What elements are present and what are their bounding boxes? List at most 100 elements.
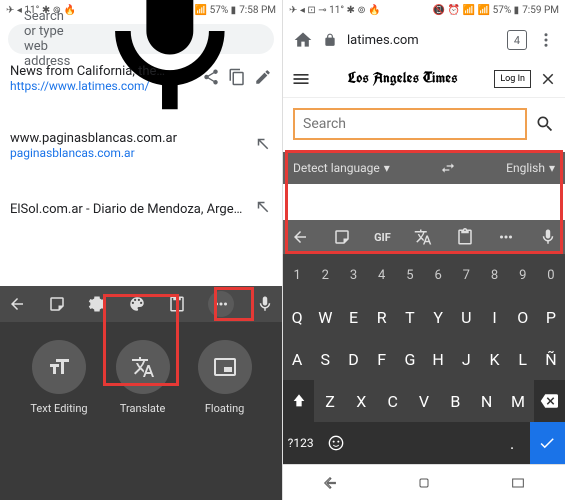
key[interactable]: U <box>452 296 480 338</box>
key[interactable]: R <box>368 296 396 338</box>
translate-bar: Detect language▾ English▾ <box>283 152 565 184</box>
key[interactable]: W <box>311 296 339 338</box>
copy-icon[interactable] <box>228 68 246 90</box>
address-bar: Search or type web address <box>0 20 282 58</box>
nav-home-icon[interactable] <box>416 475 432 491</box>
symbols-key[interactable]: ?123 <box>283 422 318 464</box>
enter-key[interactable] <box>530 422 565 464</box>
key[interactable]: C <box>377 380 408 422</box>
clipboard-icon[interactable] <box>168 295 186 313</box>
key[interactable]: A <box>283 338 311 380</box>
key[interactable]: 0 <box>537 254 565 296</box>
target-lang[interactable]: English▾ <box>506 161 555 175</box>
share-icon[interactable] <box>202 68 220 90</box>
key[interactable]: I <box>480 296 508 338</box>
search-icon[interactable] <box>535 114 555 134</box>
key[interactable]: S <box>311 338 339 380</box>
key[interactable]: Ñ <box>537 338 565 380</box>
key[interactable]: J <box>452 338 480 380</box>
nav-back-icon[interactable] <box>322 475 338 491</box>
space-key[interactable] <box>354 422 495 464</box>
key[interactable]: X <box>346 380 377 422</box>
keyboard-toolbar: GIF <box>283 220 565 254</box>
key[interactable]: 2 <box>311 254 339 296</box>
suggestion-row[interactable]: ElSol.com.ar - Diario de Mendoza, Argent… <box>0 192 282 226</box>
backspace-key[interactable] <box>534 380 565 422</box>
palette-icon[interactable] <box>128 295 146 313</box>
key[interactable]: H <box>424 338 452 380</box>
mic-icon[interactable] <box>539 228 557 246</box>
nav-recent-icon[interactable] <box>510 475 526 491</box>
floating-button[interactable]: Floating <box>198 340 252 415</box>
translate-input[interactable] <box>283 184 565 220</box>
url-text[interactable]: latimes.com <box>347 33 497 48</box>
text-editing-button[interactable]: Text Editing <box>30 340 87 415</box>
sticker-icon[interactable] <box>48 295 66 313</box>
key[interactable]: 3 <box>339 254 367 296</box>
arrow-nw-icon[interactable] <box>254 135 272 157</box>
key[interactable]: G <box>396 338 424 380</box>
key[interactable]: 7 <box>452 254 480 296</box>
browser-bar: latimes.com 4 <box>283 20 565 60</box>
key[interactable]: V <box>408 380 439 422</box>
translate-icon[interactable] <box>414 228 432 246</box>
more-button[interactable] <box>208 291 234 317</box>
key[interactable]: E <box>339 296 367 338</box>
shift-key[interactable] <box>283 380 314 422</box>
edit-icon[interactable] <box>254 68 272 90</box>
keyboard-toolbar <box>0 286 282 322</box>
nav-bar <box>283 464 565 500</box>
period-key[interactable]: . <box>495 422 530 464</box>
left-screenshot: ✈ ◂ 11° ✱ ⊚ 🔥 📵 ⏰ 📶 📶 57% ▮7:58 PM Searc… <box>0 0 282 500</box>
key[interactable]: 1 <box>283 254 311 296</box>
hamburger-icon[interactable] <box>291 69 311 89</box>
key[interactable]: 4 <box>368 254 396 296</box>
keyboard-panel: Text Editing Translate Floating <box>0 322 282 500</box>
sticker-icon[interactable] <box>333 228 351 246</box>
key[interactable]: L <box>509 338 537 380</box>
gif-button[interactable]: GIF <box>374 231 391 244</box>
key[interactable]: F <box>368 338 396 380</box>
gear-icon[interactable] <box>88 295 106 313</box>
search-input[interactable] <box>293 108 527 140</box>
arrow-nw-icon[interactable] <box>254 198 272 220</box>
key[interactable]: Y <box>424 296 452 338</box>
key[interactable]: 9 <box>509 254 537 296</box>
translate-button[interactable]: Translate <box>116 340 170 415</box>
mic-icon[interactable] <box>256 295 274 313</box>
site-search <box>283 98 565 150</box>
key[interactable]: Q <box>283 296 311 338</box>
back-icon[interactable] <box>8 295 26 313</box>
key[interactable]: Z <box>314 380 345 422</box>
key[interactable]: K <box>480 338 508 380</box>
site-header: Los Angeles Times Log In <box>283 60 565 98</box>
swap-icon[interactable] <box>440 160 456 176</box>
status-bar: ✈ ◂ ⊡ ⊸ 11° ✱ ⊚ 🔥 📵 ⏰ 📶 📶 57% ▮7:59 PM <box>283 0 565 20</box>
key[interactable]: M <box>502 380 533 422</box>
key[interactable]: O <box>509 296 537 338</box>
key[interactable]: B <box>440 380 471 422</box>
key[interactable]: D <box>339 338 367 380</box>
suggestion-row[interactable]: www.paginasblancas.com.arpaginasblancas.… <box>0 125 282 166</box>
key[interactable]: N <box>471 380 502 422</box>
source-lang[interactable]: Detect language▾ <box>293 161 390 175</box>
login-button[interactable]: Log In <box>494 70 531 88</box>
lock-icon <box>323 33 337 47</box>
site-logo[interactable]: Los Angeles Times <box>319 69 486 88</box>
close-icon[interactable] <box>539 70 557 88</box>
home-icon[interactable] <box>293 30 313 50</box>
right-screenshot: ✈ ◂ ⊡ ⊸ 11° ✱ ⊚ 🔥 📵 ⏰ 📶 📶 57% ▮7:59 PM l… <box>282 0 565 500</box>
keyboard: 1234567890 QWERTYUIOP ASDFGHJKLÑ Z X C V… <box>283 254 565 464</box>
back-icon[interactable] <box>291 228 309 246</box>
more-icon[interactable] <box>497 228 515 246</box>
url-input[interactable]: Search or type web address <box>8 24 274 54</box>
emoji-key[interactable] <box>318 422 353 464</box>
key[interactable]: 8 <box>480 254 508 296</box>
key[interactable]: P <box>537 296 565 338</box>
tabs-button[interactable]: 4 <box>507 30 527 50</box>
key[interactable]: 6 <box>424 254 452 296</box>
menu-icon[interactable] <box>537 31 555 49</box>
key[interactable]: 5 <box>396 254 424 296</box>
clipboard-icon[interactable] <box>456 228 474 246</box>
key[interactable]: T <box>396 296 424 338</box>
